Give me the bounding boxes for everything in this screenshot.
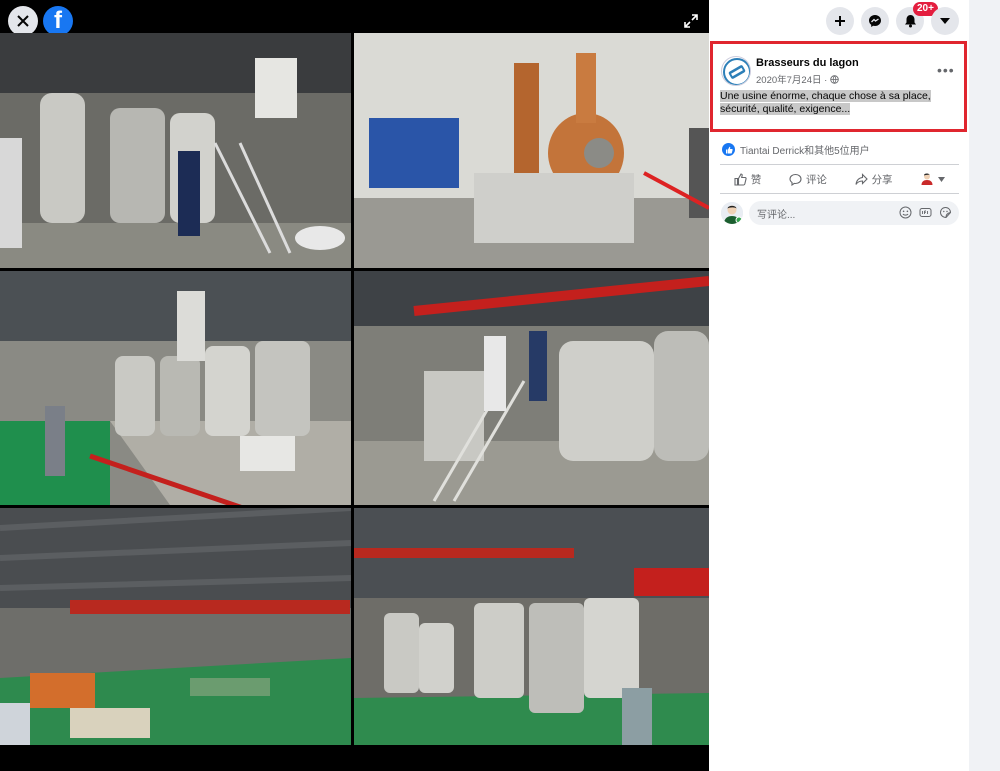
facebook-logo[interactable]: f bbox=[43, 6, 73, 36]
post-date-text: 2020年7月24日 · bbox=[756, 75, 830, 86]
reactions-summary[interactable]: Tiantai Derrick和其他5位用户 bbox=[722, 142, 870, 157]
photo-3[interactable] bbox=[0, 271, 351, 505]
user-avatar-icon bbox=[721, 202, 743, 224]
viewer-bottom-bar bbox=[0, 745, 709, 771]
comment-icon bbox=[789, 173, 802, 186]
close-icon bbox=[17, 15, 29, 27]
share-button[interactable]: 分享 bbox=[855, 172, 893, 187]
gif-icon[interactable] bbox=[919, 206, 932, 219]
reactions-text: Tiantai Derrick和其他5位用户 bbox=[740, 146, 870, 157]
photo-6[interactable] bbox=[354, 508, 709, 745]
post-text: Une usine énorme, chaque chose à sa plac… bbox=[720, 90, 960, 116]
like-label: 赞 bbox=[750, 173, 762, 186]
commenter-avatar[interactable] bbox=[721, 202, 743, 224]
like-reaction-icon bbox=[722, 143, 735, 156]
photo-4[interactable] bbox=[354, 271, 709, 505]
sticker-icon[interactable] bbox=[939, 206, 952, 219]
share-label: 分享 bbox=[871, 173, 893, 186]
like-button[interactable]: 赞 bbox=[734, 172, 762, 187]
account-menu-button[interactable] bbox=[931, 7, 959, 35]
globe-icon bbox=[830, 75, 839, 84]
post-date[interactable]: 2020年7月24日 · bbox=[756, 72, 839, 86]
comment-input-box[interactable]: 写评论... bbox=[749, 201, 959, 225]
plus-icon bbox=[835, 16, 845, 26]
comment-input[interactable]: 写评论... bbox=[757, 206, 795, 221]
thumbs-up-icon bbox=[734, 172, 747, 186]
caret-down-icon bbox=[940, 18, 950, 24]
photo-5[interactable] bbox=[0, 508, 351, 745]
post-as-selector[interactable] bbox=[920, 172, 946, 186]
photo-grid bbox=[0, 33, 709, 745]
share-icon bbox=[855, 172, 868, 185]
post-more-button[interactable]: ••• bbox=[937, 62, 955, 78]
user-avatar-icon bbox=[921, 173, 933, 185]
photo-1[interactable] bbox=[0, 33, 351, 268]
messenger-icon bbox=[869, 15, 881, 27]
comment-button[interactable]: 评论 bbox=[789, 172, 827, 187]
bell-icon bbox=[904, 15, 916, 28]
page-avatar[interactable] bbox=[721, 56, 751, 86]
divider bbox=[720, 193, 959, 194]
messenger-button[interactable] bbox=[861, 7, 889, 35]
facebook-logo-text: f bbox=[54, 7, 62, 34]
post-actions: 赞 评论 分享 bbox=[720, 168, 959, 190]
create-button[interactable] bbox=[826, 7, 854, 35]
photo-2[interactable] bbox=[354, 33, 709, 268]
post-text-content: Une usine énorme, chaque chose à sa plac… bbox=[720, 90, 931, 115]
expand-icon bbox=[684, 14, 698, 28]
expand-button[interactable] bbox=[680, 10, 702, 32]
highlight-box bbox=[710, 41, 967, 132]
photo-viewer: f bbox=[0, 0, 709, 771]
page-name-link[interactable]: Brasseurs du lagon bbox=[756, 57, 859, 69]
sidebar-scroll-area bbox=[969, 0, 1000, 771]
divider bbox=[720, 164, 959, 165]
close-button[interactable] bbox=[8, 6, 38, 36]
caret-down-icon bbox=[938, 176, 946, 182]
comment-label: 评论 bbox=[805, 173, 827, 186]
emoji-icon[interactable] bbox=[899, 206, 912, 219]
